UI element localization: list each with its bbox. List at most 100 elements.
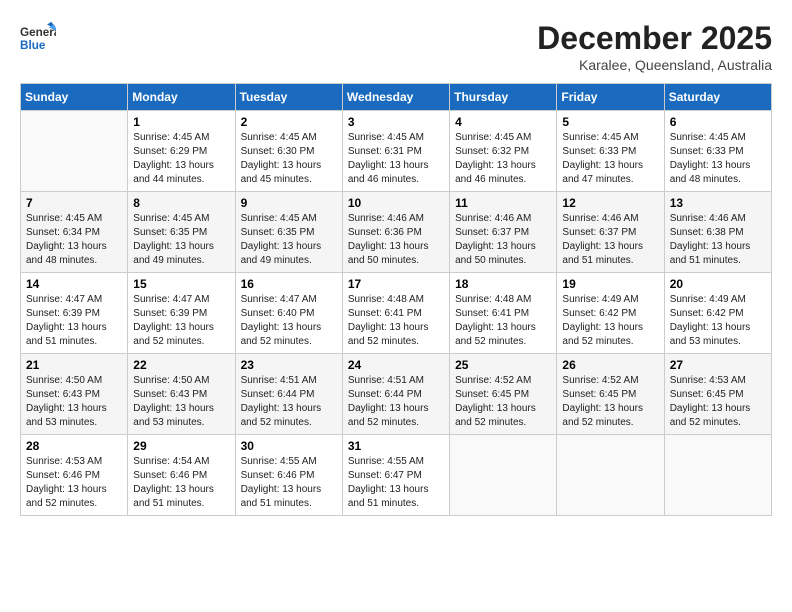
calendar-cell xyxy=(557,435,664,516)
location: Karalee, Queensland, Australia xyxy=(537,57,772,73)
day-number: 13 xyxy=(670,196,766,210)
day-info: Sunrise: 4:51 AMSunset: 6:44 PMDaylight:… xyxy=(241,374,337,430)
day-number: 5 xyxy=(562,115,658,129)
day-info: Sunrise: 4:53 AMSunset: 6:45 PMDaylight:… xyxy=(670,374,766,430)
day-info: Sunrise: 4:48 AMSunset: 6:41 PMDaylight:… xyxy=(348,293,444,349)
calendar-cell: 20Sunrise: 4:49 AMSunset: 6:42 PMDayligh… xyxy=(664,273,771,354)
title-block: December 2025 Karalee, Queensland, Austr… xyxy=(537,20,772,73)
calendar-week-row: 14 Sunrise: 4:47 AMSunset: 6:39 PMDayligh… xyxy=(21,273,772,354)
day-info: Sunrise: 4:47 AMSunset: 6:40 PMDaylight:… xyxy=(241,293,337,349)
day-info: Sunrise: 4:46 AMSunset: 6:38 PMDaylight:… xyxy=(670,212,766,268)
calendar-cell: 10Sunrise: 4:46 AMSunset: 6:36 PMDayligh… xyxy=(342,192,449,273)
weekday-header-sunday: Sunday xyxy=(21,84,128,111)
day-info: Sunrise: 4:45 AMSunset: 6:33 PMDaylight:… xyxy=(562,131,658,187)
weekday-header-saturday: Saturday xyxy=(664,84,771,111)
calendar-cell: 31Sunrise: 4:55 AMSunset: 6:47 PMDayligh… xyxy=(342,435,449,516)
calendar-cell: 4 Sunrise: 4:45 AMSunset: 6:32 PMDaylight… xyxy=(450,111,557,192)
calendar-cell: 29 Sunrise: 4:54 AMSunset: 6:46 PMDayligh… xyxy=(128,435,235,516)
calendar-cell: 12 Sunrise: 4:46 AMSunset: 6:37 PMDayligh… xyxy=(557,192,664,273)
day-info: Sunrise: 4:48 AMSunset: 6:41 PMDaylight:… xyxy=(455,293,551,349)
month-year: December 2025 xyxy=(537,20,772,57)
day-info: Sunrise: 4:51 AMSunset: 6:44 PMDaylight:… xyxy=(348,374,444,430)
day-number: 17 xyxy=(348,277,444,291)
calendar-cell: 14Sunrise: 4:47 AMSunset: 6:39 PMDayligh… xyxy=(21,273,128,354)
day-number: 14 xyxy=(26,277,122,291)
day-number: 6 xyxy=(670,115,766,129)
day-number: 24 xyxy=(348,358,444,372)
day-info: Sunrise: 4:45 AMSunset: 6:32 PMDaylight:… xyxy=(455,131,551,187)
day-info: Sunrise: 4:46 AMSunset: 6:37 PMDaylight:… xyxy=(562,212,658,268)
day-info: Sunrise: 4:50 AMSunset: 6:43 PMDaylight:… xyxy=(133,374,229,430)
calendar-cell xyxy=(21,111,128,192)
day-number: 21 xyxy=(26,358,122,372)
day-info: Sunrise: 4:45 AMSunset: 6:34 PMDaylight:… xyxy=(26,212,122,268)
day-info: Sunrise: 4:52 AMSunset: 6:45 PMDaylight:… xyxy=(562,374,658,430)
calendar-cell: 1Sunrise: 4:45 AMSunset: 6:29 PMDaylight… xyxy=(128,111,235,192)
calendar-cell: 17 Sunrise: 4:48 AMSunset: 6:41 PMDayligh… xyxy=(342,273,449,354)
day-number: 31 xyxy=(348,439,444,453)
calendar-cell: 21 Sunrise: 4:50 AMSunset: 6:43 PMDayligh… xyxy=(21,354,128,435)
day-info: Sunrise: 4:54 AMSunset: 6:46 PMDaylight:… xyxy=(133,455,229,511)
calendar-table: SundayMondayTuesdayWednesdayThursdayFrid… xyxy=(20,83,772,516)
calendar-week-row: 28 Sunrise: 4:53 AMSunset: 6:46 PMDayligh… xyxy=(21,435,772,516)
calendar-cell: 5 Sunrise: 4:45 AMSunset: 6:33 PMDaylight… xyxy=(557,111,664,192)
day-number: 22 xyxy=(133,358,229,372)
logo-icon: General Blue xyxy=(20,20,56,56)
calendar-cell: 13 Sunrise: 4:46 AMSunset: 6:38 PMDayligh… xyxy=(664,192,771,273)
day-number: 30 xyxy=(241,439,337,453)
calendar-cell: 28 Sunrise: 4:53 AMSunset: 6:46 PMDayligh… xyxy=(21,435,128,516)
calendar-cell: 7 Sunrise: 4:45 AMSunset: 6:34 PMDaylight… xyxy=(21,192,128,273)
day-info: Sunrise: 4:46 AMSunset: 6:36 PMDaylight:… xyxy=(348,212,444,268)
day-number: 1 xyxy=(133,115,229,129)
day-number: 7 xyxy=(26,196,122,210)
calendar-cell: 18Sunrise: 4:48 AMSunset: 6:41 PMDayligh… xyxy=(450,273,557,354)
calendar-cell: 23Sunrise: 4:51 AMSunset: 6:44 PMDayligh… xyxy=(235,354,342,435)
calendar-cell: 9Sunrise: 4:45 AMSunset: 6:35 PMDaylight… xyxy=(235,192,342,273)
calendar-cell: 16 Sunrise: 4:47 AMSunset: 6:40 PMDayligh… xyxy=(235,273,342,354)
day-info: Sunrise: 4:45 AMSunset: 6:35 PMDaylight:… xyxy=(133,212,229,268)
day-number: 3 xyxy=(348,115,444,129)
calendar-week-row: 21 Sunrise: 4:50 AMSunset: 6:43 PMDayligh… xyxy=(21,354,772,435)
calendar-cell: 3Sunrise: 4:45 AMSunset: 6:31 PMDaylight… xyxy=(342,111,449,192)
day-info: Sunrise: 4:45 AMSunset: 6:33 PMDaylight:… xyxy=(670,131,766,187)
weekday-header-monday: Monday xyxy=(128,84,235,111)
day-number: 4 xyxy=(455,115,551,129)
calendar-week-row: 7 Sunrise: 4:45 AMSunset: 6:34 PMDaylight… xyxy=(21,192,772,273)
calendar-cell: 19Sunrise: 4:49 AMSunset: 6:42 PMDayligh… xyxy=(557,273,664,354)
day-info: Sunrise: 4:45 AMSunset: 6:35 PMDaylight:… xyxy=(241,212,337,268)
day-number: 28 xyxy=(26,439,122,453)
day-info: Sunrise: 4:52 AMSunset: 6:45 PMDaylight:… xyxy=(455,374,551,430)
calendar-cell: 11 Sunrise: 4:46 AMSunset: 6:37 PMDayligh… xyxy=(450,192,557,273)
weekday-header-tuesday: Tuesday xyxy=(235,84,342,111)
day-info: Sunrise: 4:53 AMSunset: 6:46 PMDaylight:… xyxy=(26,455,122,511)
weekday-header-friday: Friday xyxy=(557,84,664,111)
day-info: Sunrise: 4:45 AMSunset: 6:30 PMDaylight:… xyxy=(241,131,337,187)
calendar-cell xyxy=(664,435,771,516)
day-number: 19 xyxy=(562,277,658,291)
day-number: 11 xyxy=(455,196,551,210)
calendar-cell: 25 Sunrise: 4:52 AMSunset: 6:45 PMDayligh… xyxy=(450,354,557,435)
day-info: Sunrise: 4:50 AMSunset: 6:43 PMDaylight:… xyxy=(26,374,122,430)
calendar-week-row: 1Sunrise: 4:45 AMSunset: 6:29 PMDaylight… xyxy=(21,111,772,192)
day-number: 16 xyxy=(241,277,337,291)
calendar-cell: 6 Sunrise: 4:45 AMSunset: 6:33 PMDaylight… xyxy=(664,111,771,192)
day-number: 2 xyxy=(241,115,337,129)
day-number: 15 xyxy=(133,277,229,291)
calendar-cell: 26Sunrise: 4:52 AMSunset: 6:45 PMDayligh… xyxy=(557,354,664,435)
calendar-cell: 15 Sunrise: 4:47 AMSunset: 6:39 PMDayligh… xyxy=(128,273,235,354)
day-number: 25 xyxy=(455,358,551,372)
weekday-header-row: SundayMondayTuesdayWednesdayThursdayFrid… xyxy=(21,84,772,111)
header: General Blue December 2025 Karalee, Quee… xyxy=(20,20,772,73)
calendar-cell: 27Sunrise: 4:53 AMSunset: 6:45 PMDayligh… xyxy=(664,354,771,435)
calendar-cell: 8 Sunrise: 4:45 AMSunset: 6:35 PMDaylight… xyxy=(128,192,235,273)
weekday-header-thursday: Thursday xyxy=(450,84,557,111)
day-info: Sunrise: 4:47 AMSunset: 6:39 PMDaylight:… xyxy=(133,293,229,349)
day-number: 29 xyxy=(133,439,229,453)
svg-text:General: General xyxy=(20,26,56,39)
day-info: Sunrise: 4:46 AMSunset: 6:37 PMDaylight:… xyxy=(455,212,551,268)
day-number: 12 xyxy=(562,196,658,210)
day-number: 8 xyxy=(133,196,229,210)
calendar-cell: 22 Sunrise: 4:50 AMSunset: 6:43 PMDayligh… xyxy=(128,354,235,435)
logo: General Blue xyxy=(20,20,56,56)
day-info: Sunrise: 4:55 AMSunset: 6:46 PMDaylight:… xyxy=(241,455,337,511)
